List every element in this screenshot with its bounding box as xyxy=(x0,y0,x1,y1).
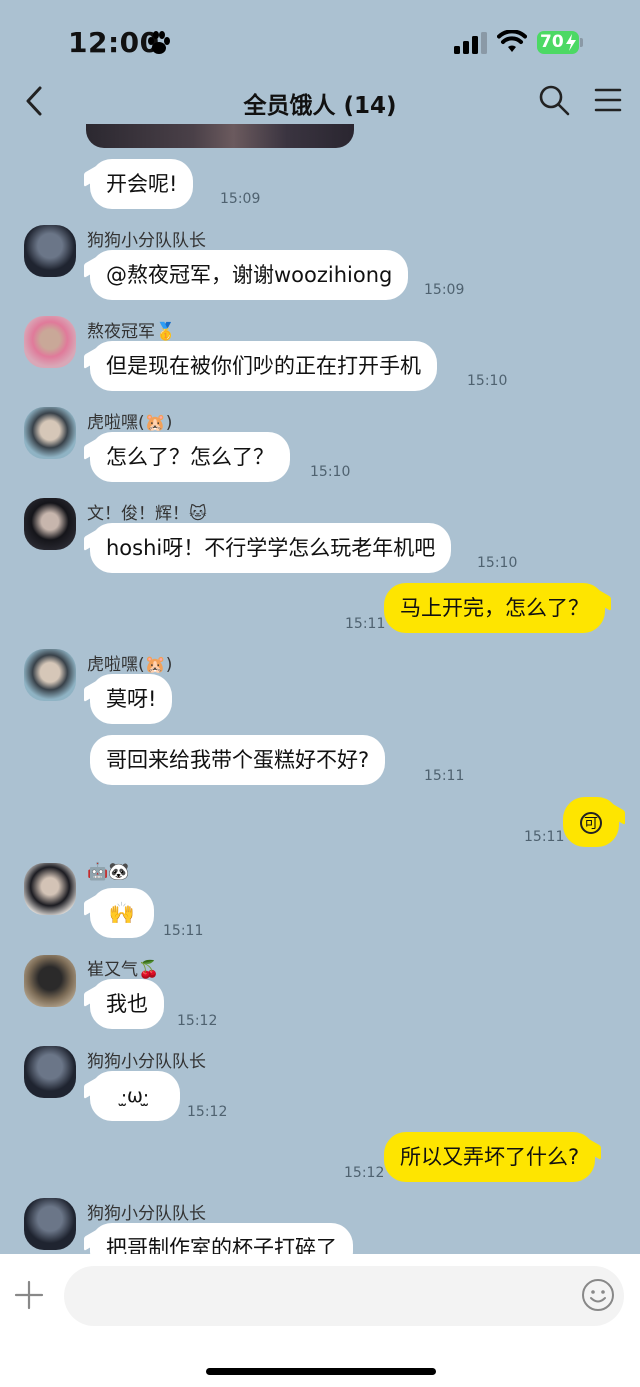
plus-icon[interactable] xyxy=(14,1280,44,1310)
chat-area[interactable]: 开会呢! 15:09 狗狗小分队队长 @熬夜冠军，谢谢woozihiong 15… xyxy=(0,124,640,1254)
status-bar: 12:00 70 xyxy=(0,0,640,80)
my-message-bubble[interactable]: 可 xyxy=(563,797,619,847)
message-time: 15:09 xyxy=(424,282,465,298)
message-text: hoshi呀！不行学学怎么玩老年机吧 xyxy=(106,536,436,560)
message-text: 🙌 xyxy=(108,901,136,925)
message-text: 莫呀! xyxy=(106,687,157,711)
message-text: ·̫ω·̫ xyxy=(121,1085,149,1107)
message-bubble[interactable]: 但是现在被你们吵的正在打开手机 xyxy=(90,341,437,391)
message-time: 15:10 xyxy=(477,555,518,571)
message-bubble[interactable]: 把哥制作室的杯子打碎了 xyxy=(90,1223,353,1254)
message-time: 15:11 xyxy=(345,616,386,632)
message-text: 开会呢! xyxy=(106,172,178,196)
input-bar xyxy=(0,1254,640,1387)
message-bubble[interactable]: ·̫ω·̫ xyxy=(90,1071,180,1121)
smile-icon[interactable] xyxy=(581,1278,615,1312)
message-text: 可 xyxy=(580,812,602,834)
sender-name: 文！俊！辉！🐱 xyxy=(87,504,207,524)
message-text: @熬夜冠军，谢谢woozihiong xyxy=(106,263,393,287)
message-bubble[interactable]: 哥回来给我带个蛋糕好不好? xyxy=(90,735,386,785)
message-bubble[interactable]: 莫呀! xyxy=(90,674,173,724)
avatar[interactable] xyxy=(24,863,76,915)
message-bubble[interactable]: @熬夜冠军，谢谢woozihiong xyxy=(90,250,409,300)
sender-name: 狗狗小分队队长 xyxy=(87,231,206,251)
avatar[interactable] xyxy=(24,316,76,368)
message-time: 15:12 xyxy=(344,1165,385,1181)
message-time: 15:12 xyxy=(177,1013,218,1029)
avatar[interactable] xyxy=(24,955,76,1007)
sender-name: 🤖🐼 xyxy=(87,862,130,882)
message-bubble[interactable]: 怎么了？怎么了？ xyxy=(90,432,290,482)
avatar[interactable] xyxy=(24,649,76,701)
menu-icon[interactable] xyxy=(594,87,622,113)
message-time: 15:10 xyxy=(467,373,508,389)
message-time: 15:10 xyxy=(310,464,351,480)
message-bubble[interactable]: 开会呢! xyxy=(90,159,194,209)
image-message[interactable] xyxy=(86,124,354,148)
message-time: 15:09 xyxy=(220,191,261,207)
chat-header: 全员饿人 (14) xyxy=(0,78,640,124)
message-text: 我也 xyxy=(106,992,148,1016)
message-text: 怎么了？怎么了？ xyxy=(106,445,274,469)
message-text: 所以又弄坏了什么? xyxy=(400,1145,580,1169)
avatar[interactable] xyxy=(24,1198,76,1250)
message-text: 哥回来给我带个蛋糕好不好? xyxy=(106,748,370,772)
message-time: 15:11 xyxy=(163,923,204,939)
my-message-bubble[interactable]: 所以又弄坏了什么? xyxy=(384,1132,596,1182)
message-time: 15:11 xyxy=(524,829,565,845)
message-input[interactable] xyxy=(64,1266,624,1326)
wifi-icon xyxy=(497,30,527,52)
sender-name: 狗狗小分队队长 xyxy=(87,1204,206,1224)
avatar[interactable] xyxy=(24,407,76,459)
search-icon[interactable] xyxy=(538,84,570,116)
battery-icon: 70 xyxy=(537,31,583,54)
message-bubble[interactable]: hoshi呀！不行学学怎么玩老年机吧 xyxy=(90,523,452,573)
avatar[interactable] xyxy=(24,1046,76,1098)
my-message-bubble[interactable]: 马上开完，怎么了？ xyxy=(384,583,605,633)
charging-bolt-icon xyxy=(566,34,576,51)
home-indicator[interactable] xyxy=(206,1368,436,1375)
message-bubble[interactable]: 🙌 xyxy=(90,888,154,938)
signal-icon xyxy=(454,32,487,54)
message-text: 把哥制作室的杯子打碎了 xyxy=(106,1236,337,1254)
avatar[interactable] xyxy=(24,498,76,550)
avatar[interactable] xyxy=(24,225,76,277)
paw-icon xyxy=(148,31,170,54)
message-bubble[interactable]: 我也 xyxy=(90,979,164,1029)
sender-name: 虎啦嘿(🐹) xyxy=(87,413,173,433)
sender-name: 狗狗小分队队长 xyxy=(87,1052,206,1072)
message-text: 马上开完，怎么了？ xyxy=(400,596,589,620)
message-time: 15:12 xyxy=(187,1104,228,1120)
sender-name: 熬夜冠军🥇 xyxy=(87,322,177,342)
sender-name: 崔又气🍒 xyxy=(87,960,160,980)
message-time: 15:11 xyxy=(424,768,465,784)
sender-name: 虎啦嘿(🐹) xyxy=(87,655,173,675)
message-text: 但是现在被你们吵的正在打开手机 xyxy=(106,354,421,378)
